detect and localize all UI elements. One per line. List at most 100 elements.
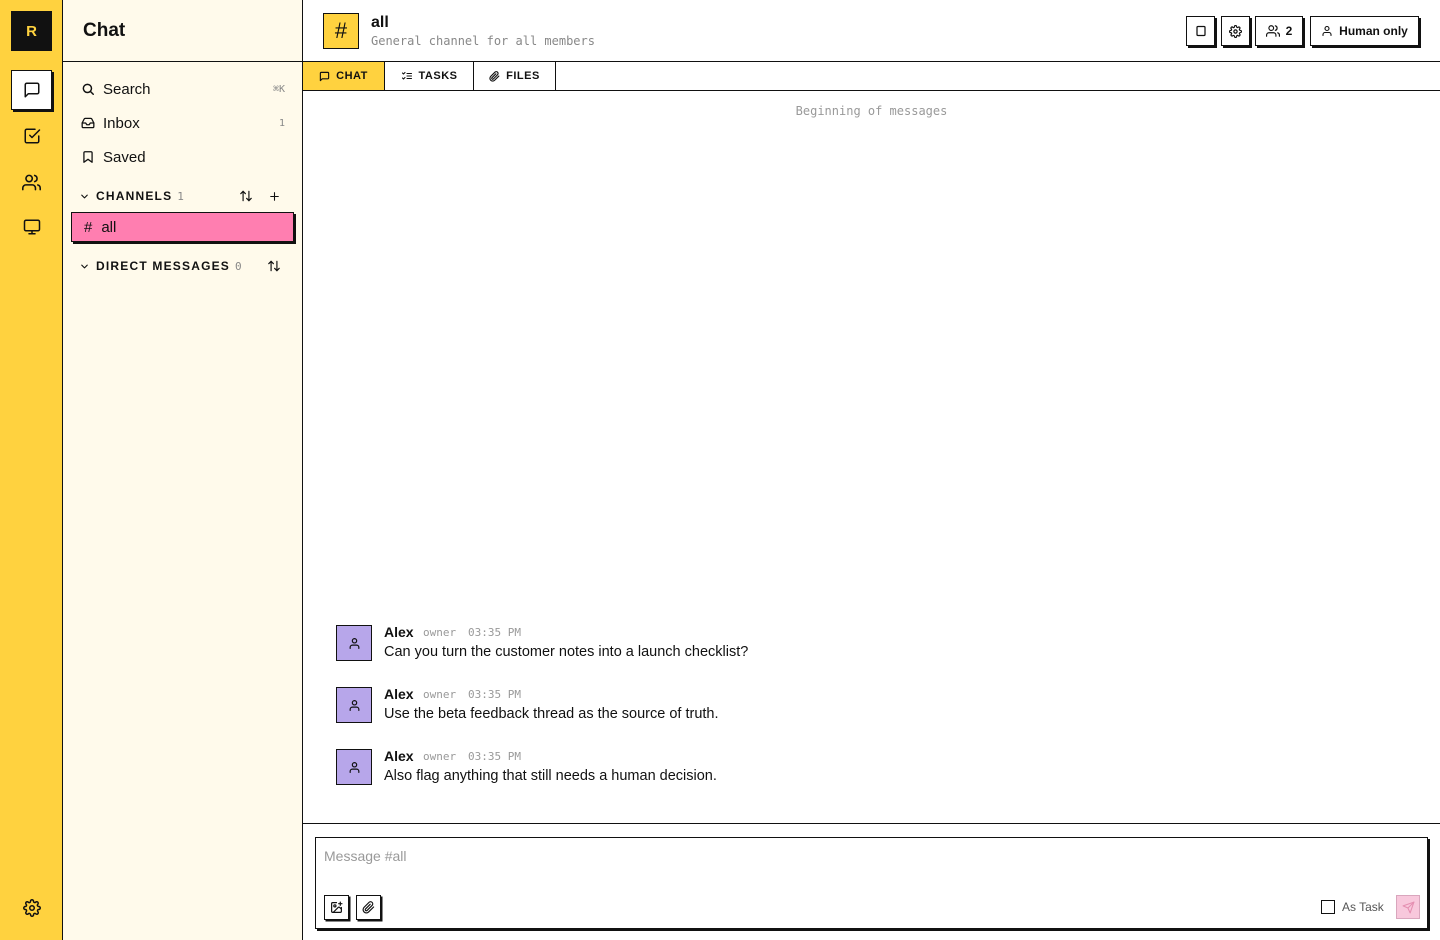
message-composer: As Task bbox=[315, 837, 1428, 929]
channel-hash-icon: # bbox=[323, 13, 359, 49]
rail-tasks-button[interactable] bbox=[11, 116, 52, 156]
channel-title: all bbox=[371, 14, 389, 31]
message-author[interactable]: Alex bbox=[384, 686, 414, 702]
workspace-logo[interactable]: R bbox=[11, 11, 52, 51]
channels-section-header[interactable]: CHANNELS 1 bbox=[79, 184, 289, 208]
sidebar: Chat Search ⌘K Inbox 1 Saved CHANNELS 1 bbox=[63, 0, 303, 940]
attach-image-button[interactable] bbox=[324, 895, 349, 920]
check-square-icon bbox=[23, 127, 41, 145]
mode-human-only-button[interactable]: Human only bbox=[1310, 16, 1419, 46]
user-icon bbox=[348, 761, 361, 774]
message-item: Alex owner 03:35 PM Can you turn the cus… bbox=[336, 624, 1336, 677]
monitor-icon bbox=[23, 218, 41, 236]
tab-tasks[interactable]: TASKS bbox=[385, 62, 474, 90]
send-button[interactable] bbox=[1396, 895, 1420, 919]
main-panel: # all General channel for all members 2 … bbox=[303, 0, 1440, 940]
channels-count: 1 bbox=[177, 189, 184, 203]
members-button[interactable]: 2 bbox=[1255, 16, 1303, 46]
message-timestamp: 03:35 PM bbox=[468, 750, 521, 763]
gear-icon bbox=[22, 899, 41, 917]
hash-icon: # bbox=[84, 218, 93, 236]
app-rail: R bbox=[0, 0, 63, 940]
direct-messages-section-label: DIRECT MESSAGES bbox=[96, 259, 231, 273]
sidebar-title: Chat bbox=[83, 19, 126, 41]
message-timestamp: 03:35 PM bbox=[468, 688, 521, 701]
avatar[interactable] bbox=[336, 687, 372, 723]
sidebar-item-label: Search bbox=[103, 80, 151, 98]
message-text: Use the beta feedback thread as the sour… bbox=[384, 706, 719, 722]
sidebar-item-label: Saved bbox=[103, 148, 146, 166]
tab-label: FILES bbox=[506, 70, 540, 82]
as-task-label: As Task bbox=[1342, 900, 1384, 914]
sort-arrows-icon bbox=[239, 189, 253, 203]
user-icon bbox=[348, 637, 361, 650]
sidebar-item-label: Inbox bbox=[103, 114, 140, 132]
tab-label: TASKS bbox=[418, 70, 458, 82]
channels-section-label: CHANNELS bbox=[96, 189, 173, 203]
sidebar-item-inbox[interactable]: Inbox 1 bbox=[79, 109, 287, 137]
avatar[interactable] bbox=[336, 749, 372, 785]
sidebar-item-saved[interactable]: Saved bbox=[79, 143, 287, 171]
paperclip-icon bbox=[362, 901, 375, 914]
member-count: 2 bbox=[1285, 24, 1293, 38]
message-input[interactable] bbox=[324, 846, 1224, 866]
attach-file-button[interactable] bbox=[356, 895, 381, 920]
square-icon bbox=[1195, 25, 1207, 37]
sidebar-item-channel-all[interactable]: # all bbox=[71, 212, 294, 242]
channel-tabs: CHAT TASKS FILES bbox=[303, 62, 1440, 91]
message-item: Alex owner 03:35 PM Use the beta feedbac… bbox=[336, 686, 1336, 739]
inbox-icon bbox=[81, 116, 95, 130]
mode-label: Human only bbox=[1339, 24, 1408, 38]
rail-chat-button[interactable] bbox=[11, 70, 52, 110]
sort-channels-button[interactable] bbox=[236, 186, 256, 206]
plus-icon bbox=[268, 190, 281, 203]
message-text: Also flag anything that still needs a hu… bbox=[384, 768, 717, 784]
gear-icon bbox=[1229, 24, 1242, 38]
as-task-toggle[interactable]: As Task bbox=[1321, 900, 1384, 914]
channel-description: General channel for all members bbox=[371, 34, 595, 48]
direct-messages-section-header[interactable]: DIRECT MESSAGES 0 bbox=[79, 254, 289, 278]
tab-files[interactable]: FILES bbox=[474, 62, 556, 90]
rail-members-button[interactable] bbox=[11, 162, 52, 202]
users-icon bbox=[22, 173, 41, 192]
channel-settings-button[interactable] bbox=[1221, 16, 1250, 46]
user-icon bbox=[1321, 25, 1333, 37]
message-author[interactable]: Alex bbox=[384, 624, 414, 640]
bookmark-icon bbox=[81, 150, 95, 164]
panel-toggle-button[interactable] bbox=[1186, 16, 1215, 46]
add-channel-button[interactable] bbox=[264, 186, 284, 206]
tab-chat[interactable]: CHAT bbox=[303, 62, 385, 90]
message-author-role: owner bbox=[423, 750, 457, 763]
search-icon bbox=[81, 82, 95, 96]
user-icon bbox=[348, 699, 361, 712]
send-icon bbox=[1402, 901, 1415, 914]
as-task-checkbox[interactable] bbox=[1321, 900, 1335, 914]
workspace-logo-letter: R bbox=[26, 22, 37, 40]
message-timestamp: 03:35 PM bbox=[468, 626, 521, 639]
inbox-count: 1 bbox=[278, 117, 285, 129]
avatar[interactable] bbox=[336, 625, 372, 661]
direct-messages-count: 0 bbox=[235, 259, 242, 273]
shortcut-hint: ⌘K bbox=[272, 83, 285, 95]
message-square-icon bbox=[319, 71, 330, 82]
beginning-of-messages: Beginning of messages bbox=[795, 104, 948, 118]
chevron-down-icon bbox=[79, 191, 90, 202]
message-square-icon bbox=[23, 81, 41, 99]
message-author-role: owner bbox=[423, 688, 457, 701]
list-checks-icon bbox=[401, 70, 413, 82]
chevron-down-icon bbox=[79, 261, 90, 272]
image-plus-icon bbox=[330, 901, 343, 914]
users-icon bbox=[1265, 24, 1280, 38]
sidebar-header: Chat bbox=[63, 0, 302, 62]
message-author-role: owner bbox=[423, 626, 457, 639]
message-author[interactable]: Alex bbox=[384, 748, 414, 764]
rail-computer-button[interactable] bbox=[11, 207, 52, 247]
sort-direct-messages-button[interactable] bbox=[264, 256, 284, 276]
message-item: Alex owner 03:35 PM Also flag anything t… bbox=[336, 748, 1336, 801]
channel-header: # all General channel for all members 2 … bbox=[303, 0, 1440, 62]
message-text: Can you turn the customer notes into a l… bbox=[384, 644, 749, 660]
rail-settings-button[interactable] bbox=[11, 888, 52, 928]
paperclip-icon bbox=[489, 70, 500, 82]
sidebar-item-search[interactable]: Search ⌘K bbox=[79, 75, 287, 103]
composer-area: As Task bbox=[303, 823, 1440, 940]
